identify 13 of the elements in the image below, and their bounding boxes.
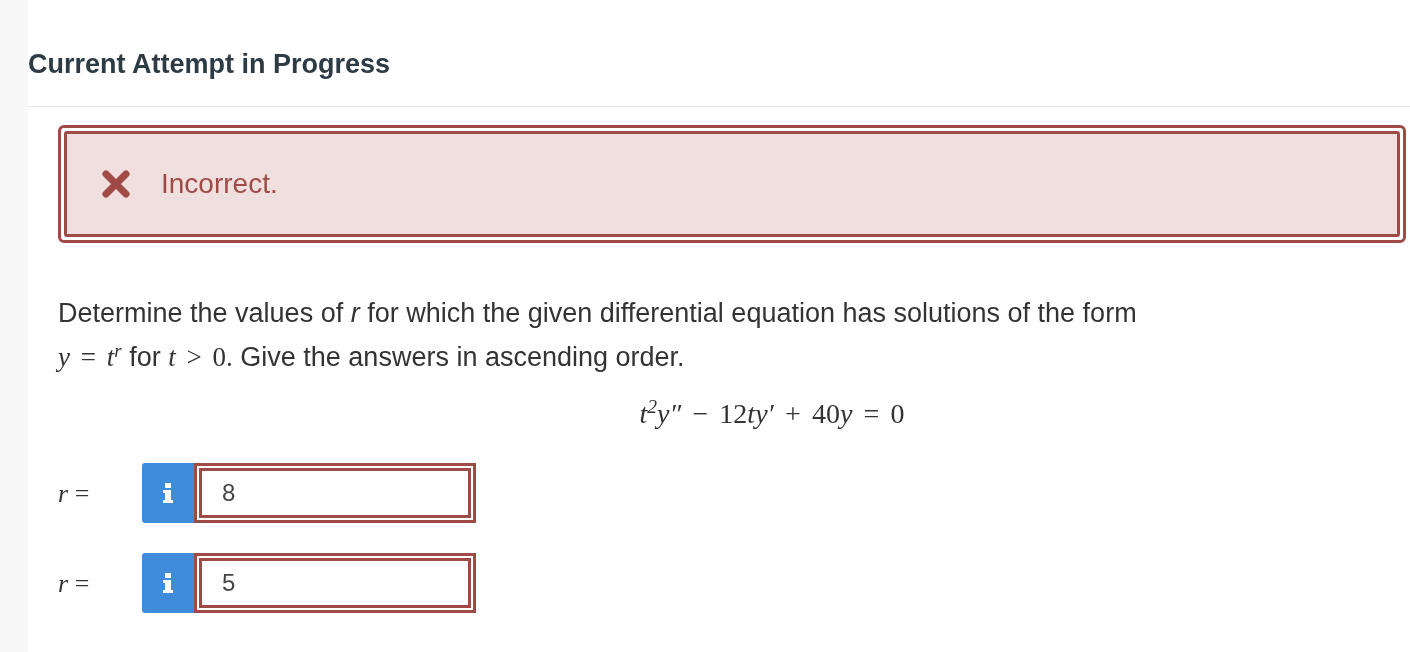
question-text: Determine the values of r for which the given differential equation has solutions of the form y = t$^{r}$ for t > 0. Give the answers in ascending order. (58, 297, 1138, 374)
differential-equation: t$^{2}$y″ − 12ty′ + 40y = 0 (639, 395, 905, 431)
info-button[interactable] (142, 553, 194, 613)
info-button[interactable] (142, 463, 194, 523)
answer-field[interactable]: 8 (194, 463, 476, 523)
answer-label: r = (58, 477, 91, 510)
info-icon (163, 483, 173, 503)
x-icon (101, 169, 131, 199)
page-heading: Current Attempt in Progress (28, 48, 391, 81)
answer-field[interactable]: 5 (194, 553, 476, 613)
feedback-message: Incorrect. (161, 167, 278, 201)
info-icon (163, 573, 173, 593)
answer-label: r = (58, 567, 91, 600)
